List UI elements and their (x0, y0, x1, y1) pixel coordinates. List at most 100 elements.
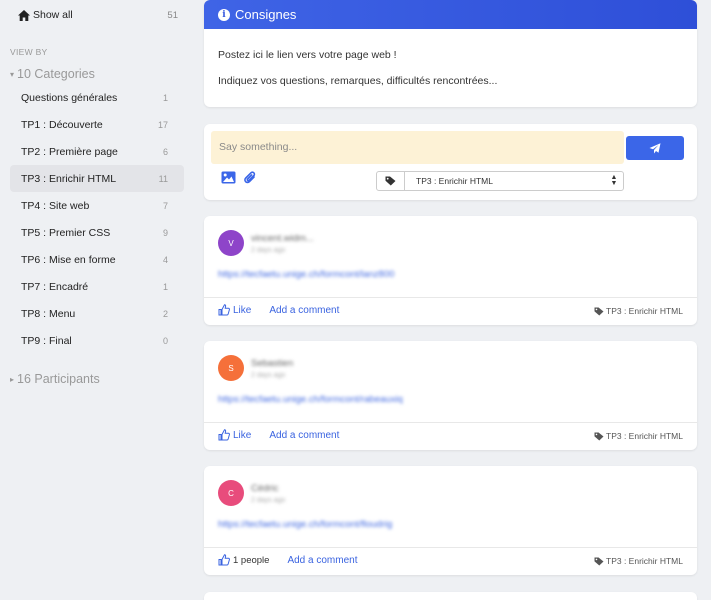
tag-icon (594, 431, 604, 441)
category-count: 4 (162, 254, 168, 265)
show-all-link[interactable]: Show all 51 (18, 8, 178, 22)
tag-icon (377, 172, 405, 190)
post-tag-label: TP3 : Enrichir HTML (606, 431, 683, 441)
like-button[interactable]: 1 people (218, 554, 269, 566)
post-card-partial (204, 592, 697, 600)
category-label: TP7 : Encadré (21, 280, 89, 293)
category-count: 17 (157, 119, 168, 130)
category-label: TP9 : Final (21, 334, 72, 347)
category-item[interactable]: TP5 : Premier CSS 9 (10, 219, 184, 246)
show-all-label: Show all (33, 9, 73, 21)
category-item[interactable]: TP8 : Menu 2 (10, 300, 184, 327)
category-item-active[interactable]: TP3 : Enrichir HTML 11 (10, 165, 184, 192)
category-select[interactable]: TP3 : Enrichir HTML ▲ ▼ (376, 171, 624, 191)
categories-toggle[interactable]: ▾ 10 Categories (10, 67, 95, 81)
post-header: V vincent.widm... 2 days ago (218, 230, 314, 256)
category-item[interactable]: Questions générales 1 (10, 84, 184, 111)
post-card: C Cédric 2 days ago https://tecfaetu.uni… (204, 466, 697, 575)
category-item[interactable]: TP7 : Encadré 1 (10, 273, 184, 300)
send-icon (649, 142, 661, 153)
consignes-line: Postez ici le lien vers votre page web ! (218, 49, 397, 61)
caret-right-icon: ▸ (10, 374, 15, 384)
avatar: V (218, 230, 244, 256)
like-label: Like (233, 429, 252, 441)
view-by-label: VIEW BY (10, 47, 48, 57)
post-author[interactable]: Sebastien (251, 358, 293, 369)
category-label: TP5 : Premier CSS (21, 226, 111, 239)
post-header: C Cédric 2 days ago (218, 480, 285, 506)
consignes-line: Indiquez vos questions, remarques, diffi… (218, 75, 498, 87)
post-time: 2 days ago (251, 496, 286, 504)
like-label: Like (233, 304, 252, 316)
category-count: 6 (162, 146, 168, 157)
sidebar: Show all 51 VIEW BY ▾ 10 Categories Ques… (0, 0, 192, 600)
post-author[interactable]: vincent.widm... (251, 233, 314, 244)
category-select-value: TP3 : Enrichir HTML (416, 176, 493, 186)
consignes-body: Postez ici le lien vers votre page web !… (204, 29, 697, 87)
composer-card: Say something... TP3 : Enrichir HTML ▲ ▼ (204, 124, 697, 200)
category-count: 1 (162, 281, 168, 292)
avatar: S (218, 355, 244, 381)
caret-down-icon: ▾ (10, 69, 15, 79)
select-arrows-icon: ▲ ▼ (610, 174, 618, 187)
post-time: 2 days ago (251, 246, 286, 254)
home-icon (18, 9, 30, 21)
category-count: 2 (162, 308, 168, 319)
post-link[interactable]: https://tecfaetu.unige.ch/formcont/rabea… (218, 394, 403, 405)
show-all-count: 51 (167, 9, 178, 21)
consignes-card: i Consignes Postez ici le lien vers votr… (204, 0, 697, 107)
post-link[interactable]: https://tecfaetu.unige.ch/formcont/lanz8… (218, 269, 394, 280)
consignes-header: i Consignes (204, 0, 697, 29)
tag-icon (594, 556, 604, 566)
info-icon: i (218, 8, 230, 21)
categories-header: 10 Categories (17, 67, 95, 81)
category-label: TP8 : Menu (21, 307, 76, 320)
add-comment-link[interactable]: Add a comment (269, 305, 339, 316)
add-comment-link[interactable]: Add a comment (287, 555, 357, 566)
divider (204, 422, 697, 423)
divider (204, 297, 697, 298)
category-item[interactable]: TP1 : Découverte 17 (10, 111, 184, 138)
add-comment-link[interactable]: Add a comment (269, 430, 339, 441)
paperclip-icon[interactable] (244, 171, 257, 185)
post-tag-label: TP3 : Enrichir HTML (606, 306, 683, 316)
category-item[interactable]: TP9 : Final 0 (10, 327, 184, 354)
post-card: V vincent.widm... 2 days ago https://tec… (204, 216, 697, 325)
post-tag[interactable]: TP3 : Enrichir HTML (594, 306, 683, 316)
category-list: Questions générales 1 TP1 : Découverte 17 … (10, 84, 184, 354)
post-header: S Sebastien 2 days ago (218, 355, 293, 381)
likes-count: 1 people (233, 554, 270, 566)
like-button[interactable]: Like (218, 429, 251, 441)
image-icon[interactable] (221, 171, 236, 184)
category-count: 0 (162, 335, 168, 346)
category-count: 7 (162, 200, 168, 211)
post-tag[interactable]: TP3 : Enrichir HTML (594, 556, 683, 566)
thumbs-up-icon (218, 429, 230, 441)
category-label: TP1 : Découverte (21, 118, 103, 131)
category-label: TP3 : Enrichir HTML (21, 172, 117, 185)
participants-toggle[interactable]: ▸ 16 Participants (10, 372, 100, 386)
send-button[interactable] (626, 136, 684, 160)
category-count: 9 (162, 227, 168, 238)
category-label: Questions générales (21, 91, 118, 104)
category-label: TP6 : Mise en forme (21, 253, 116, 266)
post-author[interactable]: Cédric (251, 483, 285, 494)
post-tag[interactable]: TP3 : Enrichir HTML (594, 431, 683, 441)
composer-tools (221, 171, 257, 185)
thumbs-up-icon (218, 554, 230, 566)
avatar: C (218, 480, 244, 506)
divider (204, 547, 697, 548)
like-button[interactable]: Like (218, 304, 251, 316)
category-count: 1 (162, 92, 168, 103)
category-label: TP2 : Première page (21, 145, 118, 158)
participants-header: 16 Participants (17, 372, 100, 386)
category-count: 11 (158, 173, 168, 184)
category-item[interactable]: TP4 : Site web 7 (10, 192, 184, 219)
consignes-title: Consignes (235, 7, 297, 22)
post-link[interactable]: https://tecfaetu.unige.ch/formcont/floud… (218, 519, 392, 530)
category-item[interactable]: TP2 : Première page 6 (10, 138, 184, 165)
category-label: TP4 : Site web (21, 199, 90, 212)
category-item[interactable]: TP6 : Mise en forme 4 (10, 246, 184, 273)
post-input[interactable]: Say something... (211, 131, 624, 164)
thumbs-up-icon (218, 304, 230, 316)
